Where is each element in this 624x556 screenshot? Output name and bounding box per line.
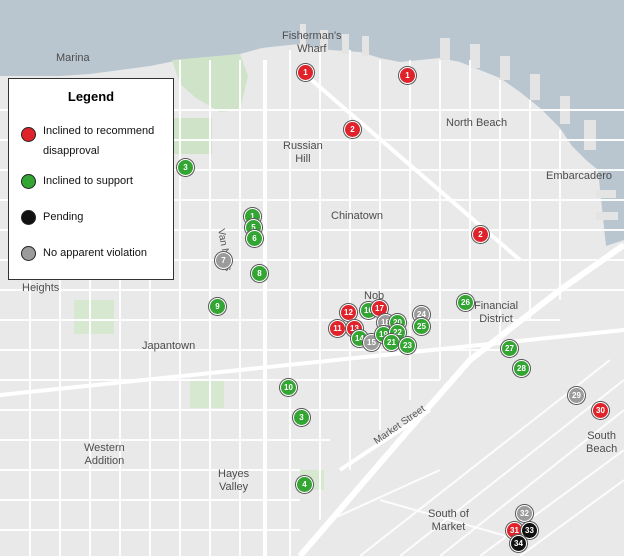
site-marker-green[interactable]: 6 (246, 230, 263, 247)
site-marker-red[interactable]: 11 (329, 320, 346, 337)
place-russian-hill: Russian Hill (283, 140, 323, 165)
legend-label-disapproval-line2: disapproval (43, 145, 100, 157)
legend-title: Legend (67, 89, 115, 104)
place-north-beach: North Beach (446, 117, 508, 129)
site-marker-gray[interactable]: 29 (568, 387, 585, 404)
site-marker-red[interactable]: 1 (399, 67, 416, 84)
green-circle-icon (21, 174, 36, 189)
legend-label-support: Inclined to support (43, 175, 133, 187)
site-marker-gray[interactable]: 32 (516, 505, 533, 522)
place-marina: Marina (56, 52, 90, 64)
site-marker-green[interactable]: 23 (399, 337, 416, 354)
site-marker-red[interactable]: 2 (344, 121, 361, 138)
place-western-addition: Western Addition (84, 442, 125, 467)
site-marker-green[interactable]: 27 (501, 340, 518, 357)
place-south-beach: South Beach (586, 430, 618, 455)
legend-item-no-violation: No apparent violation (21, 243, 169, 263)
black-circle-icon (21, 210, 36, 225)
site-marker-green[interactable]: 10 (280, 379, 297, 396)
site-marker-red[interactable]: 2 (472, 226, 489, 243)
site-marker-red[interactable]: 12 (340, 304, 357, 321)
legend-label-no-violation: No apparent violation (43, 247, 147, 259)
park-c (190, 380, 224, 408)
legend: Legend Inclined to recommend disapproval… (8, 78, 174, 280)
legend-item-disapproval: Inclined to recommend disapproval (21, 121, 169, 161)
legend-item-support: Inclined to support (21, 171, 169, 191)
site-marker-green[interactable]: 4 (296, 476, 313, 493)
place-heights: Heights (22, 282, 60, 294)
place-chinatown: Chinatown (331, 210, 383, 222)
site-marker-red[interactable]: 30 (592, 402, 609, 419)
legend-label-pending: Pending (43, 211, 84, 223)
site-marker-green[interactable]: 8 (251, 265, 268, 282)
place-embarcadero: Embarcadero (546, 170, 613, 182)
site-marker-green[interactable]: 21 (383, 334, 400, 351)
red-circle-icon (21, 127, 36, 142)
site-marker-green[interactable]: 3 (293, 409, 310, 426)
site-marker-green[interactable]: 26 (457, 294, 474, 311)
site-marker-black[interactable]: 34 (510, 535, 527, 552)
site-marker-green[interactable]: 28 (513, 360, 530, 377)
place-fishermans-wharf: Fisherman's Wharf (282, 30, 342, 55)
site-marker-gray[interactable]: 7 (215, 252, 232, 269)
place-hayes-valley: Hayes Valley (218, 468, 250, 493)
gray-circle-icon (21, 246, 36, 261)
place-south-of-market: South of Market (428, 508, 469, 533)
site-marker-green[interactable]: 25 (413, 318, 430, 335)
site-marker-green[interactable]: 3 (177, 159, 194, 176)
place-financial-district: Financial District (474, 300, 519, 325)
park-a (172, 118, 212, 154)
site-marker-red[interactable]: 1 (297, 64, 314, 81)
legend-label-disapproval-line1: Inclined to recommend (43, 125, 155, 137)
place-japantown: Japantown (142, 340, 196, 352)
legend-item-pending: Pending (21, 207, 169, 227)
park-b (74, 300, 114, 334)
map[interactable]: Marina Fisherman's Wharf North Beach Rus… (0, 0, 624, 556)
site-marker-green[interactable]: 9 (209, 298, 226, 315)
